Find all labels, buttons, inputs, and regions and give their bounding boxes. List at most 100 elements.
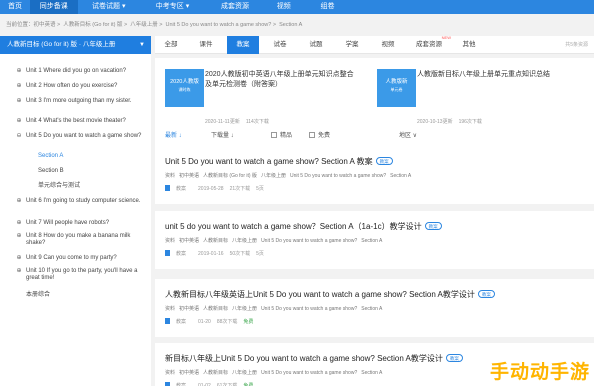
breadcrumb-item[interactable]: Section A	[279, 22, 302, 28]
document-icon	[165, 185, 170, 191]
path-link[interactable]: 初中英语	[179, 238, 199, 244]
result-date: 01-20	[198, 319, 211, 325]
result-title-text[interactable]: Unit 5 Do you want to watch a game show?…	[165, 157, 373, 166]
tab-label: 学案	[345, 41, 359, 48]
path-link[interactable]: 八年级上册	[232, 238, 257, 244]
sidebar-item-label: Unit 9 Can you come to my party?	[26, 255, 117, 261]
result-type: 教案	[165, 250, 192, 257]
path-link[interactable]: 资料	[165, 370, 175, 376]
path-link[interactable]: 人教新目标	[203, 238, 228, 244]
tab-7[interactable]: 成套资源 NEW	[407, 35, 451, 54]
nav-item-0[interactable]: 首页	[0, 0, 30, 14]
result-title-text[interactable]: 人教新目标八年级英语上Unit 5 Do you want to watch a…	[165, 290, 475, 299]
breadcrumb-item[interactable]: 八年级上册 >	[130, 22, 162, 28]
path-link[interactable]: Unit 5 Do you want to watch a game show?	[261, 238, 357, 244]
result-pages: 5页	[256, 186, 264, 192]
tab-5[interactable]: 学案	[335, 36, 369, 54]
path-link[interactable]: 八年级上册	[232, 370, 257, 376]
result-card: 人教新目标八年级英语上Unit 5 Do you want to watch a…	[155, 279, 594, 337]
nav-item-1[interactable]: 同步备课	[30, 0, 78, 14]
result-title[interactable]: unit 5 do you want to watch a game show？…	[165, 221, 442, 232]
region-dropdown[interactable]: 地区 ∨	[399, 130, 417, 139]
expand-icon: ⊕	[16, 83, 22, 89]
sidebar-header[interactable]: 人教新目标 (Go for it) 版 · 八年级上册 ▼	[0, 36, 151, 54]
path-link[interactable]: 资料	[165, 306, 175, 312]
path-link[interactable]: 初中英语	[179, 370, 199, 376]
path-link[interactable]: Unit 5 Do you want to watch a game show?	[290, 173, 386, 179]
breadcrumb-item[interactable]: 人教新目标 (Go for it) 版 >	[63, 22, 127, 28]
sidebar-item-label: Unit 7 Will people have robots?	[26, 220, 110, 226]
book-cover-subtitle: 课时练	[178, 87, 191, 92]
featured-downloads: 114次下载	[245, 119, 269, 125]
premium-filter[interactable]: 精品	[271, 130, 292, 139]
sidebar-item-label: Section B	[38, 168, 64, 174]
result-title-text[interactable]: unit 5 do you want to watch a game show？…	[165, 222, 422, 231]
path-link[interactable]: Section A	[361, 306, 382, 312]
premium-checkbox[interactable]	[271, 132, 277, 138]
expand-icon: ⊕	[16, 268, 22, 274]
result-title[interactable]: 人教新目标八年级英语上Unit 5 Do you want to watch a…	[165, 289, 495, 300]
path-link[interactable]: Section A	[361, 370, 382, 376]
expand-icon: ⊕	[16, 118, 22, 124]
path-link[interactable]: 初中英语	[179, 306, 199, 312]
sidebar-item-label: Unit 8 How do you make a banana milk sha…	[26, 233, 131, 246]
free-checkbox[interactable]	[309, 132, 315, 138]
path-link[interactable]: Unit 5 Do you want to watch a game show?	[261, 370, 357, 376]
chevron-down-icon: ▼	[139, 42, 145, 48]
tab-0[interactable]: 全部	[155, 36, 187, 54]
featured-date: 2020-10-13更新	[417, 119, 453, 125]
path-link[interactable]: 八年级上册	[232, 306, 257, 312]
free-filter[interactable]: 免费	[309, 130, 330, 139]
featured-title[interactable]: 2020人教版初中英语八年级上册单元知识点整合及单元检测卷（附答案）	[205, 70, 355, 90]
watermark-logo: 手动动手游	[489, 361, 590, 383]
path-link[interactable]: 人教新目标	[203, 370, 228, 376]
featured-downloads: 196次下载	[458, 119, 482, 125]
path-link[interactable]: 人教新目标	[203, 306, 228, 312]
expand-icon: ⊕	[16, 198, 22, 204]
result-title[interactable]: Unit 5 Do you want to watch a game show?…	[165, 156, 393, 167]
tab-1[interactable]: 课件	[189, 36, 223, 54]
path-link[interactable]: Section A	[390, 173, 411, 179]
type-badge: 教案	[424, 222, 442, 230]
sidebar-item-label: Unit 4 What's the best movie theater?	[26, 118, 126, 124]
result-card: unit 5 do you want to watch a game show？…	[155, 211, 594, 269]
result-meta: 教案 2019-05-28 21次下载 5页	[165, 185, 270, 192]
type-badge: 教案	[375, 157, 393, 165]
result-title-text[interactable]: 新目标八年级上Unit 5 Do you want to watch a gam…	[165, 354, 443, 363]
tab-6[interactable]: 视频	[371, 36, 405, 54]
breadcrumb-item[interactable]: 当前位置：初中英语 >	[6, 22, 60, 28]
tab-label: 试卷	[273, 41, 287, 48]
path-link[interactable]: 资料	[165, 238, 175, 244]
sort-downloads[interactable]: 下载量 ↓	[211, 130, 234, 139]
breadcrumb-item[interactable]: Unit 5 Do you want to watch a game show?…	[166, 22, 277, 28]
path-link[interactable]: 资料	[165, 173, 175, 179]
path-link[interactable]: Unit 5 Do you want to watch a game show?	[261, 306, 357, 312]
breadcrumb: 当前位置：初中英语 > 人教新目标 (Go for it) 版 > 八年级上册 > U…	[6, 20, 305, 28]
sidebar-item-label: 单元综合与测试	[38, 183, 81, 189]
nav-item-3[interactable]: 中考专区 ▾	[140, 0, 205, 14]
tab-3[interactable]: 试卷	[263, 36, 297, 54]
tab-4[interactable]: 试题	[299, 36, 333, 54]
sort-latest[interactable]: 最新 ↓	[165, 130, 182, 139]
featured-title[interactable]: 人教版新目标八年级上册单元重点知识总结	[417, 70, 567, 80]
path-link[interactable]: 初中英语	[179, 173, 199, 179]
tab-8[interactable]: 其他	[453, 36, 485, 54]
nav-item-2[interactable]: 试卷试题 ▾	[78, 0, 141, 14]
result-title[interactable]: 新目标八年级上Unit 5 Do you want to watch a gam…	[165, 353, 463, 364]
expand-icon: ⊕	[16, 255, 22, 261]
book-cover[interactable]: 人教版新 单元卷	[377, 69, 416, 107]
nav-item-4[interactable]: 成套资源	[205, 0, 265, 14]
path-link[interactable]: 人教新目标 (Go for it) 版	[203, 173, 257, 179]
nav-item-6[interactable]: 组卷	[303, 0, 353, 14]
result-path: 资料 初中英语 人教新目标 (Go for it) 版八年级上册 Unit 5 Do …	[165, 172, 415, 179]
filter-bar: 最新 ↓ 下载量 ↓ 精品 免费 地区 ∨	[155, 128, 594, 142]
tab-2[interactable]: 教案	[227, 36, 259, 54]
free-filter-label: 免费	[318, 133, 331, 139]
expand-icon: ⊕	[16, 220, 22, 226]
tab-label: 成套资源	[416, 41, 442, 48]
resource-tabs: 共5条资源 全部 课件 教案 试卷 试题 学案 视频 成套资源 NEW 其他	[155, 35, 594, 54]
path-link[interactable]: Section A	[361, 238, 382, 244]
nav-item-5[interactable]: 视频	[265, 0, 303, 14]
path-link[interactable]: 八年级上册	[261, 173, 286, 179]
book-cover[interactable]: 2020人教版 课时练	[165, 69, 204, 107]
